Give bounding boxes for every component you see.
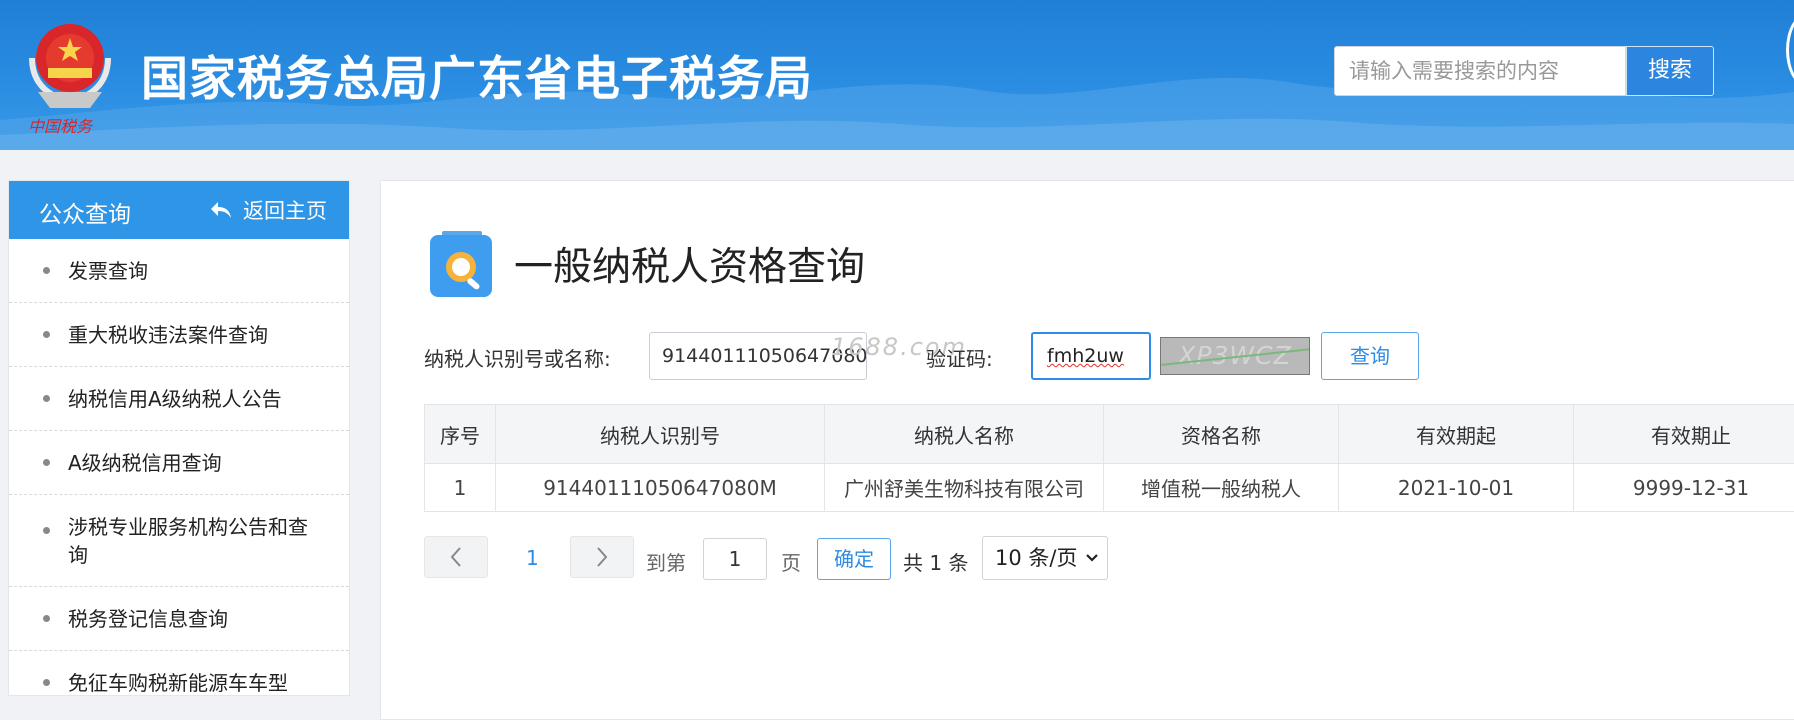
page-unit-label: 页: [781, 547, 801, 576]
table-header-row: 序号 纳税人识别号 纳税人名称 资格名称 有效期起 有效期止: [425, 405, 1794, 464]
col-header-name: 纳税人名称: [825, 405, 1104, 464]
bullet-icon: [43, 459, 50, 466]
sidebar-item-ev-tax-exemption[interactable]: 免征车购税新能源车车型: [9, 651, 349, 696]
sidebar-item-a-level-announcement[interactable]: 纳税信用A级纳税人公告: [9, 367, 349, 431]
bullet-icon: [43, 395, 50, 402]
captcha-image[interactable]: XP3WCZ: [1160, 337, 1310, 375]
sidebar-item-tax-service-agency[interactable]: 涉税专业服务机构公告和查询: [9, 495, 349, 587]
sidebar-item-label: 重大税收违法案件查询: [68, 321, 268, 349]
bullet-icon: [43, 331, 50, 338]
col-header-qualification: 资格名称: [1104, 405, 1339, 464]
site-title: 国家税务总局广东省电子税务局: [141, 40, 813, 109]
captcha-input-value: fmh2uw: [1047, 345, 1124, 367]
sidebar-header: 公众查询 返回主页: [9, 181, 349, 239]
table-row: 1 91440111050647080M 广州舒美生物科技有限公司 增值税一般纳…: [425, 464, 1794, 512]
bullet-icon: [43, 679, 50, 686]
svg-text:中国税务: 中国税务: [28, 117, 94, 136]
tin-label: 纳税人识别号或名称:: [424, 343, 611, 372]
back-home-label: 返回主页: [243, 195, 327, 225]
captcha-input[interactable]: fmh2uw: [1031, 332, 1151, 380]
back-arrow-icon: [209, 200, 233, 220]
sidebar-item-label: 发票查询: [68, 257, 148, 285]
chevron-left-icon: [449, 546, 463, 568]
bullet-icon: [43, 615, 50, 622]
sidebar-title: 公众查询: [39, 195, 131, 229]
sidebar-item-tax-registration-query[interactable]: 税务登记信息查询: [9, 587, 349, 651]
sidebar: 公众查询 返回主页 发票查询 重大税收违法案件查询 纳税信用A级纳税人公告 A级…: [8, 180, 350, 696]
sidebar-item-label: 涉税专业服务机构公告和查询: [68, 513, 319, 569]
site-search-input[interactable]: [1334, 46, 1626, 96]
search-document-icon: [428, 229, 494, 299]
cell-tin: 91440111050647080M: [496, 464, 825, 512]
total-count: 共 1 条: [903, 547, 968, 576]
sidebar-item-label: 税务登记信息查询: [68, 605, 228, 633]
query-button[interactable]: 查询: [1321, 332, 1419, 380]
site-header: 中国税务 国家税务总局广东省电子税务局 搜索: [0, 0, 1794, 150]
cell-index: 1: [425, 464, 496, 512]
col-header-valid-from: 有效期起: [1339, 405, 1574, 464]
page-title: 一般纳税人资格查询: [514, 236, 865, 292]
page-size-value: 10 条/页: [995, 546, 1077, 570]
page-size-select[interactable]: 10 条/页: [982, 536, 1108, 580]
col-header-index: 序号: [425, 405, 496, 464]
col-header-tin: 纳税人识别号: [496, 405, 825, 464]
sidebar-item-a-level-credit-query[interactable]: A级纳税信用查询: [9, 431, 349, 495]
chevron-right-icon: [595, 546, 609, 568]
prev-page-button[interactable]: [424, 536, 488, 578]
cell-valid-to: 9999-12-31: [1574, 464, 1794, 512]
tax-emblem-logo: 中国税务: [18, 14, 122, 140]
goto-page-input[interactable]: 1: [703, 538, 767, 580]
chevron-down-icon: [1085, 553, 1099, 563]
col-header-valid-to: 有效期止: [1574, 405, 1794, 464]
site-search-button[interactable]: 搜索: [1626, 46, 1714, 96]
sidebar-item-label: 纳税信用A级纳税人公告: [68, 385, 282, 413]
cell-valid-from: 2021-10-01: [1339, 464, 1574, 512]
next-page-button[interactable]: [570, 536, 634, 578]
goto-label: 到第: [646, 547, 686, 576]
cell-qualification: 增值税一般纳税人: [1104, 464, 1339, 512]
goto-confirm-button[interactable]: 确定: [817, 538, 891, 580]
sidebar-item-label: 免征车购税新能源车车型: [68, 669, 288, 697]
result-table: 序号 纳税人识别号 纳税人名称 资格名称 有效期起 有效期止 1 9144011…: [424, 404, 1794, 512]
bullet-icon: [43, 527, 50, 534]
current-page-number[interactable]: 1: [526, 546, 539, 570]
back-home-link[interactable]: 返回主页: [209, 195, 327, 225]
bullet-icon: [43, 267, 50, 274]
captcha-label: 验证码:: [926, 343, 993, 372]
sidebar-item-label: A级纳税信用查询: [68, 449, 222, 477]
sidebar-item-invoice-query[interactable]: 发票查询: [9, 239, 349, 303]
cell-name: 广州舒美生物科技有限公司: [825, 464, 1104, 512]
main-panel: 一般纳税人资格查询 纳税人识别号或名称: 91440111050647080M …: [380, 180, 1794, 720]
sidebar-item-tax-violation-query[interactable]: 重大税收违法案件查询: [9, 303, 349, 367]
sidebar-menu: 发票查询 重大税收违法案件查询 纳税信用A级纳税人公告 A级纳税信用查询 涉税专…: [9, 239, 349, 696]
